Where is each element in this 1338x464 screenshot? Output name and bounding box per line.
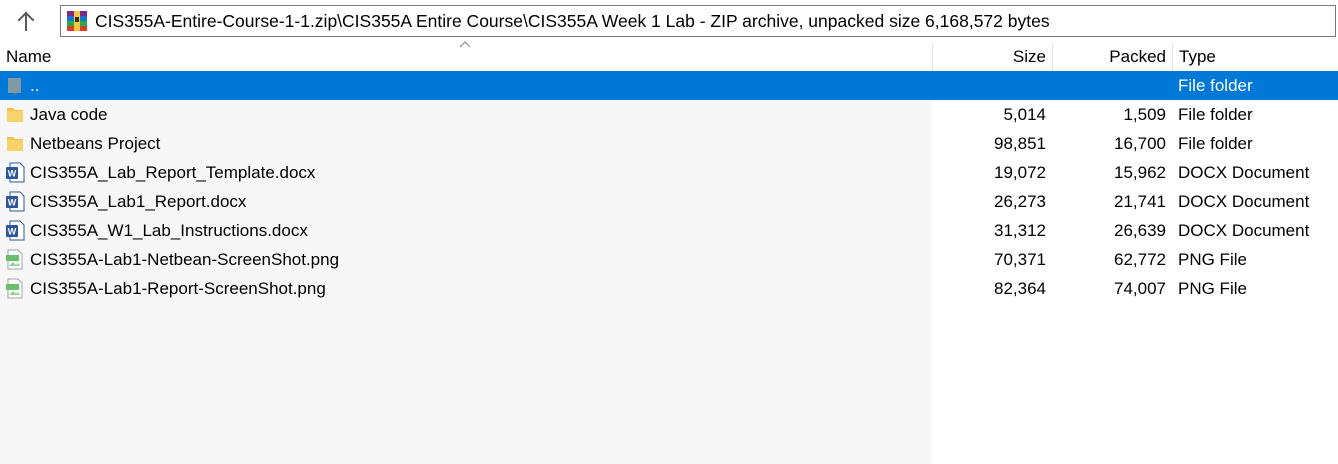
address-toolbar: CIS355A-Entire-Course-1-1.zip\CIS355A En… (0, 0, 1338, 42)
up-button[interactable] (8, 4, 44, 38)
file-row[interactable]: CIS355A-Lab1-Report-ScreenShot.png 82,364… (0, 274, 1338, 303)
column-packed[interactable]: Packed (1052, 42, 1172, 71)
file-type: PNG File (1178, 250, 1247, 269)
file-name: CIS355A-Lab1-Netbean-ScreenShot.png (30, 250, 340, 269)
folder-icon (5, 104, 25, 125)
file-row[interactable]: W CIS355A_Lab_Report_Template.docx 19,072 1… (0, 158, 1338, 187)
svg-text:W: W (8, 169, 17, 179)
file-name: CIS355A_W1_Lab_Instructions.docx (30, 221, 308, 240)
file-size: 5,014 (1003, 105, 1046, 124)
file-type: DOCX Document (1178, 192, 1310, 211)
file-packed-size: 74,007 (1114, 279, 1166, 298)
file-packed-size (1052, 71, 1166, 100)
file-type: File folder (1178, 134, 1253, 153)
file-packed-size: 21,741 (1114, 192, 1166, 211)
file-size: 31,312 (994, 221, 1046, 240)
file-type: PNG File (1178, 279, 1247, 298)
column-header: Name Size Packed Type (0, 42, 1338, 71)
file-size: 98,851 (994, 134, 1046, 153)
file-size (932, 71, 1046, 100)
file-packed-size: 62,772 (1114, 250, 1166, 269)
svg-text:W: W (8, 227, 17, 237)
archive-path: CIS355A-Entire-Course-1-1.zip\CIS355A En… (95, 10, 1050, 31)
file-row[interactable]: CIS355A-Lab1-Netbean-ScreenShot.png 70,37… (0, 245, 1338, 274)
file-type: File folder (1178, 105, 1253, 124)
png-image-icon (5, 249, 25, 270)
winrar-archive-icon (67, 11, 87, 31)
file-type: File folder (1178, 76, 1253, 95)
file-name: CIS355A_Lab1_Report.docx (30, 192, 247, 211)
file-packed-size: 15,962 (1114, 163, 1166, 182)
file-name: CIS355A-Lab1-Report-ScreenShot.png (30, 279, 326, 298)
file-packed-size: 16,700 (1114, 134, 1166, 153)
path-field[interactable]: CIS355A-Entire-Course-1-1.zip\CIS355A En… (60, 5, 1336, 37)
file-name: CIS355A_Lab_Report_Template.docx (30, 163, 316, 182)
sort-ascending-icon (459, 41, 471, 48)
file-name: .. (30, 76, 40, 95)
word-document-icon: W (5, 162, 25, 183)
file-row[interactable]: .. File folder (0, 71, 1338, 100)
file-size: 82,364 (994, 279, 1046, 298)
file-size: 26,273 (994, 192, 1046, 211)
svg-text:W: W (8, 198, 17, 208)
file-type: DOCX Document (1178, 163, 1310, 182)
file-row[interactable]: W CIS355A_Lab1_Report.docx 26,273 21,741 DOC… (0, 187, 1338, 216)
file-row[interactable]: Netbeans Project 98,851 16,700 File folder (0, 129, 1338, 158)
folder-icon (5, 133, 25, 154)
file-list: .. File folder Java code 5,014 1,509 File fo… (0, 71, 1338, 464)
file-type: DOCX Document (1178, 221, 1310, 240)
word-document-icon: W (5, 220, 25, 241)
file-name: Java code (30, 105, 108, 124)
file-packed-size: 26,639 (1114, 221, 1166, 240)
word-document-icon: W (5, 191, 25, 212)
file-name: Netbeans Project (30, 134, 161, 153)
parent-folder-icon (5, 75, 25, 96)
column-size[interactable]: Size (932, 42, 1052, 71)
file-row[interactable]: W CIS355A_W1_Lab_Instructions.docx 31,312 2… (0, 216, 1338, 245)
file-size: 19,072 (994, 163, 1046, 182)
arrow-up-icon (17, 11, 35, 31)
png-image-icon (5, 278, 25, 299)
file-row[interactable]: Java code 5,014 1,509 File folder (0, 100, 1338, 129)
file-size: 70,371 (994, 250, 1046, 269)
column-type[interactable]: Type (1172, 42, 1338, 71)
file-packed-size: 1,509 (1123, 105, 1166, 124)
